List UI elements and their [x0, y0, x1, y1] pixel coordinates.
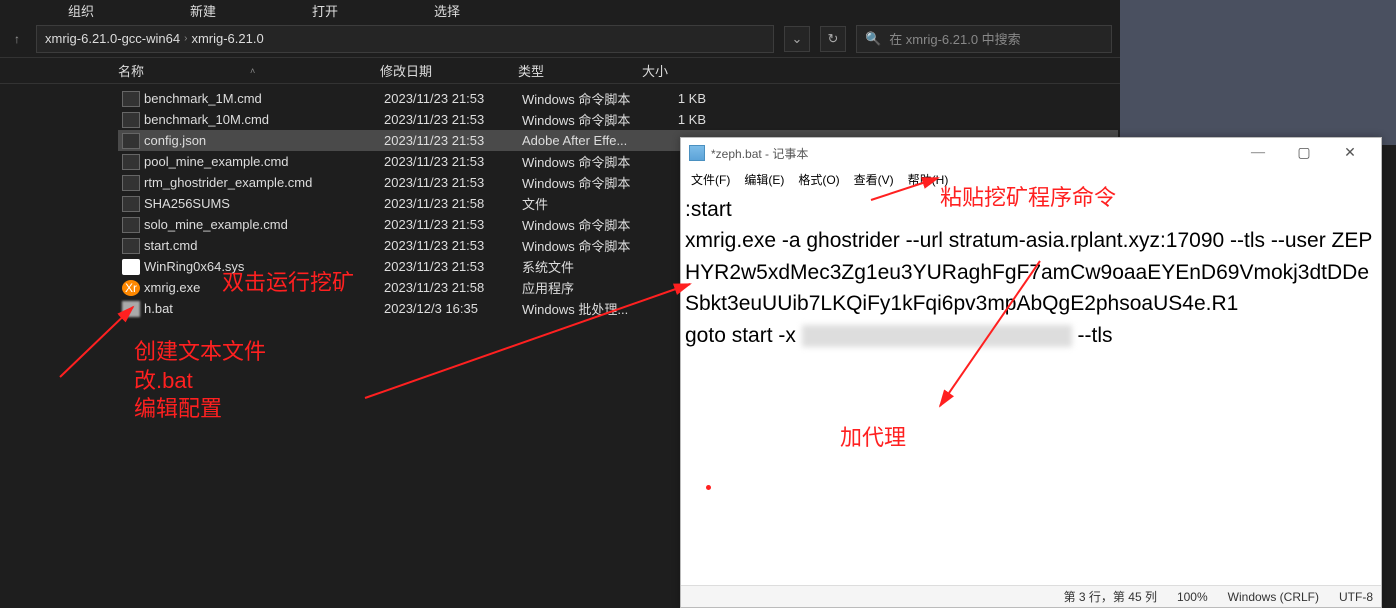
- sys-file-icon: [122, 259, 140, 275]
- file-type: Windows 命令脚本: [522, 215, 646, 234]
- cmd-file-icon: [122, 154, 140, 170]
- file-name: WinRing0x64.sys: [144, 259, 384, 274]
- minimize-button[interactable]: —: [1235, 138, 1281, 168]
- toolbar-select[interactable]: 选择: [426, 0, 468, 22]
- file-date: 2023/11/23 21:53: [384, 154, 522, 169]
- file-name: config.json: [144, 133, 384, 148]
- file-type: 文件: [522, 194, 646, 213]
- nav-up-icon[interactable]: ↑: [8, 30, 26, 48]
- file-name: h.bat: [144, 301, 384, 316]
- file-date: 2023/11/23 21:53: [384, 217, 522, 232]
- col-date[interactable]: 修改日期: [380, 61, 518, 80]
- menu-view[interactable]: 查看(V): [848, 169, 900, 190]
- notepad-menubar: 文件(F) 编辑(E) 格式(O) 查看(V) 帮助(H): [681, 168, 1381, 190]
- file-date: 2023/11/23 21:53: [384, 175, 522, 190]
- maximize-button[interactable]: ▢: [1281, 138, 1327, 168]
- breadcrumb[interactable]: xmrig-6.21.0-gcc-win64 › xmrig-6.21.0: [36, 25, 774, 53]
- status-pos: 第 3 行，第 45 列: [1064, 588, 1157, 605]
- toolbar-org[interactable]: 组织: [60, 0, 102, 22]
- file-name: rtm_ghostrider_example.cmd: [144, 175, 384, 190]
- file-row[interactable]: benchmark_10M.cmd2023/11/23 21:53Windows…: [118, 109, 1118, 130]
- search-icon: 🔍: [865, 31, 881, 47]
- cmd-file-icon: [122, 112, 140, 128]
- file-type: Windows 命令脚本: [522, 110, 646, 129]
- notepad-window: *zeph.bat - 记事本 — ▢ ✕ 文件(F) 编辑(E) 格式(O) …: [680, 137, 1382, 608]
- cmd-file-icon: [122, 91, 140, 107]
- file-date: 2023/11/23 21:58: [384, 280, 522, 295]
- cmd-file-icon: [122, 238, 140, 254]
- explorer-toolbar: 组织 新建 打开 选择: [0, 0, 1120, 20]
- status-enc: UTF-8: [1339, 590, 1373, 604]
- menu-format[interactable]: 格式(O): [792, 169, 845, 190]
- col-name[interactable]: 名称˄: [118, 61, 380, 80]
- menu-edit[interactable]: 编辑(E): [738, 169, 790, 190]
- status-zoom: 100%: [1177, 590, 1208, 604]
- file-type: Windows 命令脚本: [522, 173, 646, 192]
- file-name: benchmark_1M.cmd: [144, 91, 384, 106]
- status-eol: Windows (CRLF): [1228, 590, 1319, 604]
- search-input[interactable]: 🔍 在 xmrig-6.21.0 中搜索: [856, 25, 1112, 53]
- file-name: pool_mine_example.cmd: [144, 154, 384, 169]
- sort-asc-icon: ˄: [250, 66, 255, 76]
- file-row[interactable]: benchmark_1M.cmd2023/11/23 21:53Windows …: [118, 88, 1118, 109]
- toolbar-new[interactable]: 新建: [182, 0, 224, 22]
- file-name: solo_mine_example.cmd: [144, 217, 384, 232]
- chevron-right-icon: ›: [184, 33, 187, 44]
- exe-file-icon: Xr: [122, 280, 140, 296]
- column-headers: 名称˄ 修改日期 类型 大小: [0, 58, 1120, 84]
- file-date: 2023/11/23 21:58: [384, 196, 522, 211]
- file-date: 2023/11/23 21:53: [384, 259, 522, 274]
- notepad-statusbar: 第 3 行，第 45 列 100% Windows (CRLF) UTF-8: [681, 585, 1381, 607]
- file-date: 2023/11/23 21:53: [384, 238, 522, 253]
- search-placeholder: 在 xmrig-6.21.0 中搜索: [889, 29, 1020, 48]
- file-name: xmrig.exe: [144, 280, 384, 295]
- notepad-content[interactable]: :start xmrig.exe -a ghostrider --url str…: [681, 190, 1381, 585]
- file-name: SHA256SUMS: [144, 196, 384, 211]
- breadcrumb-seg-1[interactable]: xmrig-6.21.0-gcc-win64: [45, 31, 180, 46]
- file-type: Adobe After Effe...: [522, 133, 646, 148]
- file-date: 2023/11/23 21:53: [384, 112, 522, 127]
- file-type: Windows 命令脚本: [522, 236, 646, 255]
- toolbar-open[interactable]: 打开: [304, 0, 346, 22]
- file-size: 1 KB: [646, 91, 706, 106]
- col-type[interactable]: 类型: [518, 61, 642, 80]
- cmd-file-icon: [122, 175, 140, 191]
- file-size: 1 KB: [646, 112, 706, 127]
- col-size[interactable]: 大小: [642, 61, 702, 80]
- file-name: benchmark_10M.cmd: [144, 112, 384, 127]
- file-type: Windows 命令脚本: [522, 152, 646, 171]
- notepad-icon: [689, 145, 705, 161]
- file-date: 2023/12/3 16:35: [384, 301, 522, 316]
- file-type: Windows 命令脚本: [522, 89, 646, 108]
- address-bar: ↑ xmrig-6.21.0-gcc-win64 › xmrig-6.21.0 …: [0, 20, 1120, 58]
- menu-file[interactable]: 文件(F): [685, 169, 736, 190]
- cmd-file-icon: [122, 217, 140, 233]
- file-type: 应用程序: [522, 278, 646, 297]
- menu-help[interactable]: 帮助(H): [902, 169, 955, 190]
- red-dot: [706, 485, 711, 490]
- notepad-titlebar[interactable]: *zeph.bat - 记事本 — ▢ ✕: [681, 138, 1381, 168]
- file-file-icon: [122, 196, 140, 212]
- file-date: 2023/11/23 21:53: [384, 91, 522, 106]
- file-date: 2023/11/23 21:53: [384, 133, 522, 148]
- close-button[interactable]: ✕: [1327, 138, 1373, 168]
- file-type: Windows 批处理...: [522, 299, 646, 318]
- file-type: 系统文件: [522, 257, 646, 276]
- file-name: start.cmd: [144, 238, 384, 253]
- refresh-icon[interactable]: ↻: [820, 26, 846, 52]
- notepad-title: *zeph.bat - 记事本: [711, 145, 1235, 162]
- json-file-icon: [122, 133, 140, 149]
- blur-file-icon: [122, 301, 140, 317]
- breadcrumb-seg-2[interactable]: xmrig-6.21.0: [191, 31, 263, 46]
- history-dropdown-icon[interactable]: ⌄: [784, 26, 810, 52]
- redacted-proxy: [802, 325, 1072, 347]
